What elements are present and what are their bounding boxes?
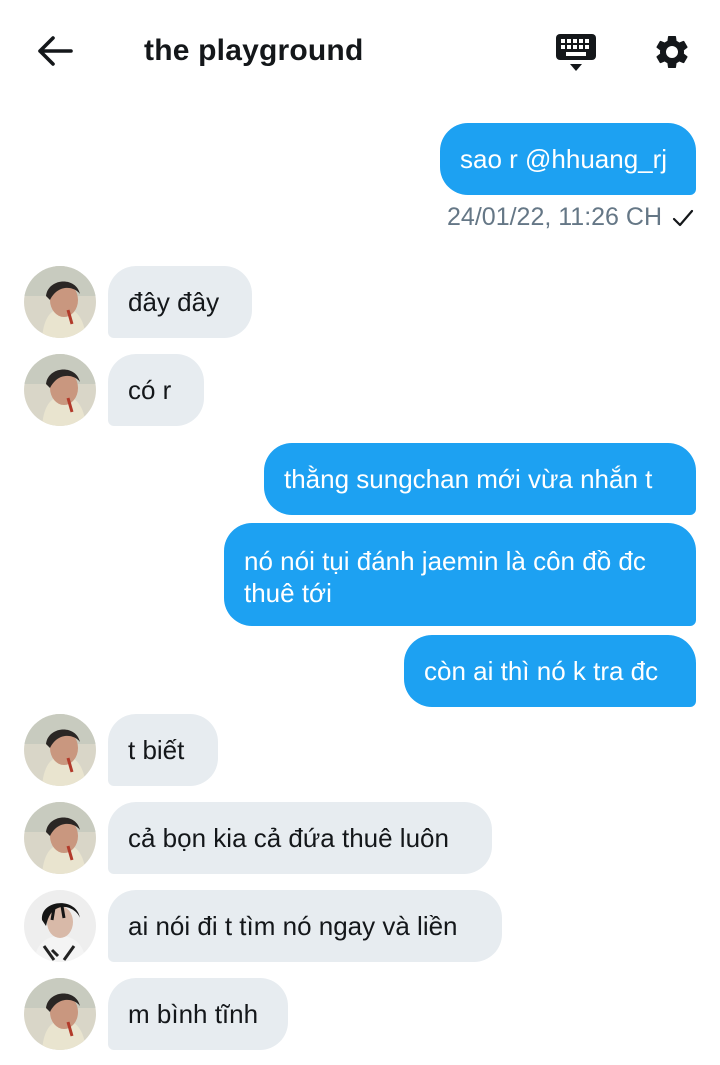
incoming-message-bubble[interactable]: có r xyxy=(108,354,204,426)
back-button[interactable] xyxy=(30,30,80,76)
chat-header: the playground xyxy=(0,0,720,106)
incoming-message-bubble[interactable]: m bình tĩnh xyxy=(108,978,288,1050)
settings-button[interactable] xyxy=(648,30,696,78)
message-text: nó nói tụi đánh jaemin là côn đồ đc thuê… xyxy=(244,545,646,608)
chat-screen: the playground sao r @hhuang_rj 24/01/22… xyxy=(0,0,720,1065)
message-text: thằng sungchan mới vừa nhắn t xyxy=(284,464,653,494)
avatar[interactable] xyxy=(24,890,96,962)
message-timestamp: 24/01/22, 11:26 CH xyxy=(447,203,662,231)
avatar[interactable] xyxy=(24,714,96,786)
arrow-left-icon xyxy=(37,35,73,72)
checkmark-icon xyxy=(672,207,694,229)
incoming-message-bubble[interactable]: t biết xyxy=(108,714,218,786)
avatar[interactable] xyxy=(24,266,96,338)
incoming-message-bubble[interactable]: ai nói đi t tìm nó ngay và liền xyxy=(108,890,502,962)
keyboard-button[interactable] xyxy=(552,30,600,78)
incoming-message-bubble[interactable]: cả bọn kia cả đứa thuê luôn xyxy=(108,802,492,874)
message-text: t biết xyxy=(128,735,185,765)
message-text: m bình tĩnh xyxy=(128,999,259,1029)
gear-icon xyxy=(652,32,692,77)
message-text: đây đây xyxy=(128,287,220,317)
outgoing-message-bubble[interactable]: sao r @hhuang_rj xyxy=(440,123,696,195)
message-text: sao r @hhuang_rj xyxy=(460,144,668,174)
avatar[interactable] xyxy=(24,354,96,426)
outgoing-message-bubble[interactable]: nó nói tụi đánh jaemin là côn đồ đc thuê… xyxy=(224,523,696,626)
message-text: ai nói đi t tìm nó ngay và liền xyxy=(128,911,458,941)
avatar[interactable] xyxy=(24,802,96,874)
message-status: 24/01/22, 11:26 CH xyxy=(447,203,694,232)
outgoing-message-bubble[interactable]: thằng sungchan mới vừa nhắn t xyxy=(264,443,696,515)
avatar[interactable] xyxy=(24,978,96,1050)
outgoing-message-bubble[interactable]: còn ai thì nó k tra đc xyxy=(404,635,696,707)
conversation-title: the playground xyxy=(144,34,364,67)
message-text: còn ai thì nó k tra đc xyxy=(424,656,659,686)
message-text: cả bọn kia cả đứa thuê luôn xyxy=(128,823,449,853)
message-text: có r xyxy=(128,375,172,405)
keyboard-icon xyxy=(555,31,597,78)
incoming-message-bubble[interactable]: đây đây xyxy=(108,266,252,338)
